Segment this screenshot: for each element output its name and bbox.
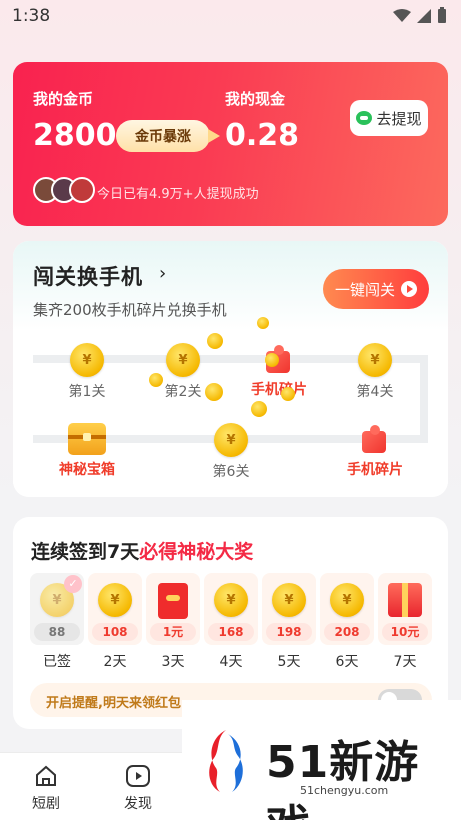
- avatar: [69, 177, 95, 203]
- status-icons: [393, 7, 447, 27]
- day-amount: 208: [324, 623, 370, 641]
- day-label: 6天: [335, 654, 359, 670]
- flying-coin-icon: [149, 373, 163, 387]
- wechat-icon: [356, 111, 373, 125]
- day-label: 4天: [219, 654, 243, 670]
- watermark-url: 51chengyu.com: [300, 784, 389, 797]
- coin-icon: ¥: [166, 343, 200, 377]
- day-amount: 108: [92, 623, 138, 641]
- chevron-right-icon[interactable]: ›: [159, 263, 166, 284]
- stage-phone-fragment-2[interactable]: 手机碎片: [335, 425, 415, 479]
- stage-mystery-chest[interactable]: 神秘宝箱: [47, 423, 127, 479]
- signin-title-highlight: 必得神秘大奖: [139, 541, 254, 563]
- one-click-label: 一键闯关: [334, 280, 395, 299]
- coin-icon: ¥: [358, 343, 392, 377]
- stage-3-phone-fragment[interactable]: 手机碎片: [239, 345, 319, 399]
- withdraw-success-note: 今日已有4.9万+人提现成功: [97, 187, 259, 202]
- flying-coin-icon: [281, 387, 295, 401]
- signin-days: ¥ ✓ 88 已签 ¥108 2天 1元 3天 ¥168 4天 ¥198 5天 ¥2…: [30, 573, 432, 671]
- one-click-challenge-button[interactable]: 一键闯关: [323, 269, 429, 309]
- day-amount: 10元: [382, 623, 428, 641]
- track-connector: [420, 355, 428, 443]
- stage-label: 第4关: [356, 384, 394, 400]
- signin-day-6[interactable]: ¥208 6天: [320, 573, 374, 671]
- puzzle-icon: [360, 425, 390, 455]
- coin-icon: ¥: [70, 343, 104, 377]
- level-subtitle: 集齐200枚手机碎片兑换手机: [33, 301, 227, 319]
- day-amount: 1元: [150, 623, 196, 641]
- signin-title: 连续签到7天必得神秘大奖: [31, 537, 253, 564]
- signin-title-prefix: 连续签到7天: [31, 541, 140, 563]
- watermark-logo-icon: [206, 728, 246, 794]
- day-label: 7天: [393, 654, 417, 670]
- stage-label: 手机碎片: [347, 462, 403, 478]
- nav-label: 发现: [124, 796, 152, 812]
- play-icon: [401, 281, 417, 297]
- stage-label: 第1关: [68, 384, 106, 400]
- status-time: 1:38: [12, 6, 51, 26]
- day-amount: 198: [266, 623, 312, 641]
- treasure-chest-icon: [68, 423, 106, 455]
- coin-icon: ¥: [330, 583, 364, 617]
- level-title[interactable]: 闯关换手机: [33, 261, 143, 291]
- cash-label: 我的现金: [225, 90, 286, 108]
- flying-coin-icon: [257, 317, 269, 329]
- withdraw-label: 去提现: [376, 109, 422, 128]
- red-packet-icon: [158, 583, 188, 619]
- flying-coin-icon: [251, 401, 267, 417]
- coin-icon: ¥: [214, 583, 248, 617]
- check-icon: ✓: [64, 575, 82, 593]
- day-label: 3天: [161, 654, 185, 670]
- coins-label: 我的金币: [33, 90, 94, 108]
- cash-value: 0.28: [225, 118, 300, 153]
- nav-item-discover[interactable]: 发现: [108, 763, 168, 813]
- signin-day-4[interactable]: ¥168 4天: [204, 573, 258, 671]
- flying-coin-icon: [207, 333, 223, 349]
- day-amount: 88: [34, 623, 80, 641]
- signin-day-5[interactable]: ¥198 5天: [262, 573, 316, 671]
- coin-icon: ¥: [98, 583, 132, 617]
- earnings-card: 我的金币 2800 金币暴涨 我的现金 0.28 去提现 今日已有4.9万+人提…: [13, 62, 448, 226]
- watermark: 51新游戏 51chengyu.com: [182, 700, 461, 820]
- battery-icon: [437, 7, 447, 27]
- coin-boost-button[interactable]: 金币暴涨: [116, 120, 220, 152]
- flying-coin-icon: [205, 383, 223, 401]
- day-label: 2天: [103, 654, 127, 670]
- signin-card: 连续签到7天必得神秘大奖 ¥ ✓ 88 已签 ¥108 2天 1元 3天 ¥168 …: [13, 517, 448, 729]
- signin-day-7[interactable]: 10元 7天: [378, 573, 432, 671]
- coins-value: 2800: [33, 118, 117, 153]
- day-amount: 168: [208, 623, 254, 641]
- flying-coin-icon: [265, 353, 279, 367]
- home-icon: [33, 763, 59, 789]
- stage-label: 手机碎片: [251, 382, 307, 398]
- signal-icon: [417, 8, 431, 27]
- gift-box-icon: [388, 583, 422, 617]
- wifi-icon: [393, 8, 411, 27]
- withdraw-button[interactable]: 去提现: [350, 100, 428, 136]
- signin-day-1[interactable]: ¥ ✓ 88 已签: [30, 573, 84, 671]
- stage-6[interactable]: ¥ 第6关: [191, 423, 271, 481]
- coin-icon: ¥: [214, 423, 248, 457]
- avatar-stack: [33, 177, 95, 203]
- nav-item-shorts[interactable]: 短剧: [16, 763, 76, 813]
- play-icon: [125, 763, 151, 789]
- watermark-brand: 51新游戏: [266, 737, 420, 820]
- signin-day-3[interactable]: 1元 3天: [146, 573, 200, 671]
- reminder-text: 开启提醒,明天来领红包: [46, 696, 181, 711]
- nav-label: 短剧: [32, 796, 60, 812]
- coin-icon: ¥: [272, 583, 306, 617]
- stage-4[interactable]: ¥ 第4关: [335, 343, 415, 401]
- level-challenge-card: 闯关换手机 › 集齐200枚手机碎片兑换手机 一键闯关 ¥ 第1关 ¥ 第2关 …: [13, 241, 448, 497]
- stage-label: 神秘宝箱: [59, 462, 115, 478]
- status-bar: 1:38: [0, 0, 461, 34]
- stage-1[interactable]: ¥ 第1关: [47, 343, 127, 401]
- stage-label: 第6关: [212, 464, 250, 480]
- day-label: 5天: [277, 654, 301, 670]
- signin-day-2[interactable]: ¥108 2天: [88, 573, 142, 671]
- day-label: 已签: [43, 654, 71, 670]
